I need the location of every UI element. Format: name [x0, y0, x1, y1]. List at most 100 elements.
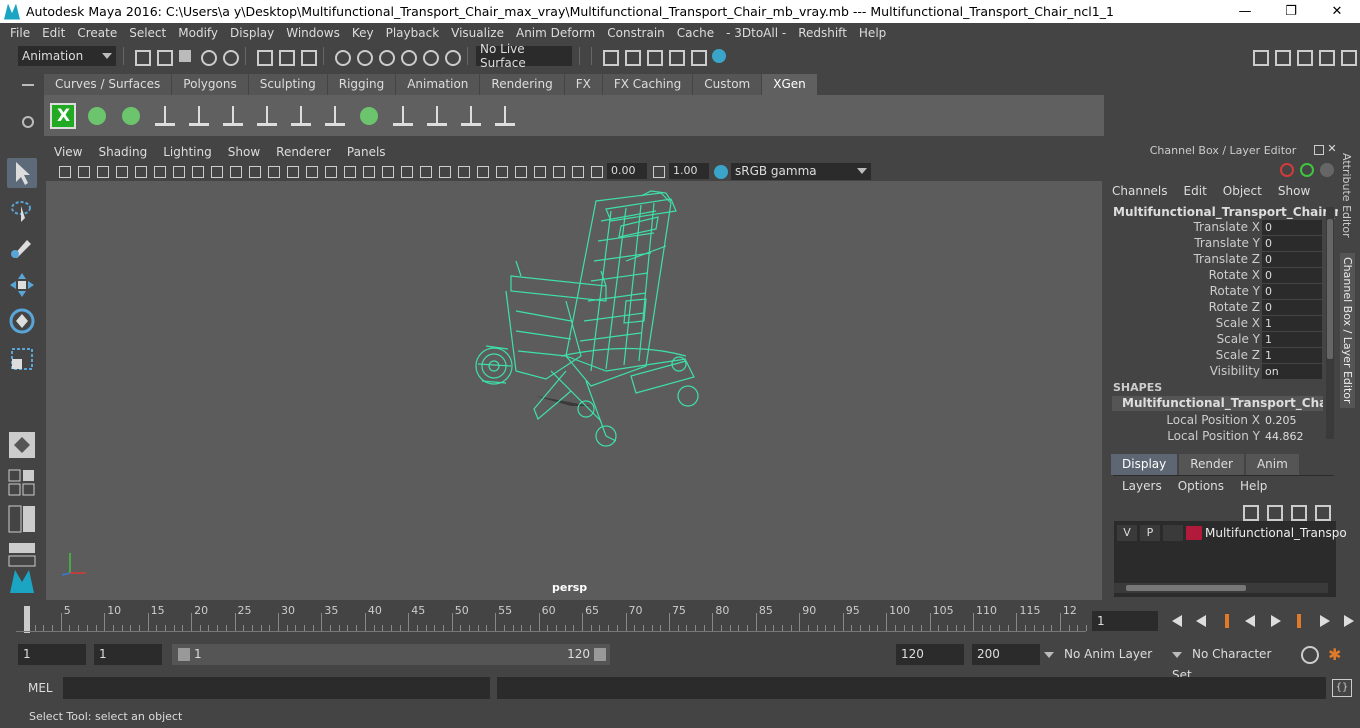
end-time-field[interactable]: 200	[972, 644, 1040, 665]
attr-value[interactable]: 1	[1262, 348, 1322, 363]
menu-cache[interactable]: Cache	[671, 26, 720, 40]
menu-file[interactable]: File	[4, 26, 36, 40]
menu-redshift[interactable]: Redshift	[792, 26, 853, 40]
render-frame-icon[interactable]	[644, 47, 663, 66]
tab-polygons[interactable]: Polygons	[172, 74, 248, 95]
four-view-layout-icon[interactable]	[7, 468, 37, 498]
tab-custom[interactable]: Custom	[693, 74, 762, 95]
edit-menu[interactable]: Edit	[1184, 184, 1207, 198]
channels-menu[interactable]: Channels	[1112, 184, 1168, 198]
anim-layer-dropdown[interactable]: No Anim Layer	[1044, 644, 1166, 665]
attr-rotate-y[interactable]: Rotate Y0	[1108, 284, 1323, 300]
move-layer-up-icon[interactable]	[1240, 502, 1259, 521]
layer-visibility-toggle[interactable]: V	[1117, 525, 1137, 541]
depth-of-field-icon[interactable]	[493, 163, 509, 179]
start-time-field[interactable]: 1	[18, 644, 86, 665]
shape-name[interactable]: Multifunctional_Transport_Chair_ncl...	[1112, 396, 1323, 411]
viewport-menu-show[interactable]: Show	[220, 145, 268, 159]
script-editor-icon[interactable]: {}	[1332, 679, 1352, 697]
menu-3dtoall[interactable]: - 3DtoAll -	[720, 26, 792, 40]
playback-end-field[interactable]: 120	[896, 644, 964, 665]
film-gate-icon[interactable]	[189, 163, 205, 179]
attr-scale-x[interactable]: Scale X1	[1108, 316, 1323, 332]
shadows-icon[interactable]	[417, 163, 433, 179]
lasso-tool-icon[interactable]	[7, 196, 37, 226]
attr-translate-x[interactable]: Translate X0	[1108, 220, 1323, 236]
tab-rigging[interactable]: Rigging	[327, 74, 396, 95]
exposure-icon[interactable]	[588, 163, 604, 179]
go-to-end-icon[interactable]	[1341, 614, 1355, 628]
new-scene-icon[interactable]	[132, 47, 151, 66]
step-forward-frame-icon[interactable]	[1317, 614, 1331, 628]
maya-home-icon[interactable]	[7, 566, 37, 596]
tab-sculpting[interactable]: Sculpting	[248, 74, 327, 95]
isolate-select-icon[interactable]	[512, 163, 528, 179]
place-guide-icon[interactable]	[186, 103, 212, 129]
viewport-menu-lighting[interactable]: Lighting	[155, 145, 220, 159]
camera-select-icon[interactable]	[56, 163, 72, 179]
xgen-groom-icon[interactable]	[118, 103, 144, 129]
hyper-icon[interactable]	[1320, 163, 1334, 177]
hypershade-icon[interactable]	[710, 47, 728, 65]
tab-anim[interactable]: Anim	[1245, 454, 1299, 475]
speed-icon[interactable]	[1300, 163, 1314, 177]
character-set-dropdown[interactable]: No Character Set	[1172, 644, 1294, 682]
scale-tool-icon[interactable]	[7, 344, 37, 374]
move-tool-icon[interactable]	[7, 270, 37, 300]
current-frame-field[interactable]: 1	[1092, 611, 1158, 631]
snap-grid-icon[interactable]	[332, 47, 351, 66]
smooth-shade-icon[interactable]	[322, 163, 338, 179]
default-material-icon[interactable]	[341, 163, 357, 179]
field-chart-icon[interactable]	[246, 163, 262, 179]
attr-value[interactable]: 0.205	[1262, 413, 1322, 428]
flatten-guide-icon[interactable]	[458, 103, 484, 129]
show-menu[interactable]: Show	[1278, 184, 1310, 198]
select-hierarchy-icon[interactable]	[254, 47, 273, 66]
tool-settings-icon[interactable]	[1316, 47, 1335, 66]
sculpt-guide-icon[interactable]	[322, 103, 348, 129]
tab-curves-surfaces[interactable]: Curves / Surfaces	[44, 74, 172, 95]
float-panel-icon[interactable]	[1314, 145, 1324, 155]
attr-value[interactable]: 0	[1262, 220, 1322, 235]
step-back-key-icon[interactable]	[1220, 614, 1234, 628]
attr-rotate-x[interactable]: Rotate X0	[1108, 268, 1323, 284]
attr-value[interactable]: 1	[1262, 332, 1322, 347]
bookmark-icon[interactable]	[94, 163, 110, 179]
snap-magnet-icon[interactable]	[442, 47, 461, 66]
wireframe-icon[interactable]	[303, 163, 319, 179]
color-management-icon[interactable]	[712, 163, 728, 179]
playback-start-field[interactable]: 1	[94, 644, 162, 665]
render-globals-icon[interactable]	[688, 47, 707, 66]
menu-select[interactable]: Select	[123, 26, 172, 40]
guide-density-icon[interactable]	[356, 103, 382, 129]
render-settings-icon[interactable]	[600, 47, 619, 66]
menu-windows[interactable]: Windows	[280, 26, 346, 40]
xray-joints-icon[interactable]	[550, 163, 566, 179]
snap-view-icon[interactable]	[398, 47, 417, 66]
color-space-dropdown[interactable]: sRGB gamma	[731, 162, 871, 180]
layer-name[interactable]: Multifunctional_Transpo	[1205, 526, 1347, 540]
camera-attributes-icon[interactable]	[75, 163, 91, 179]
viewport-menu-panels[interactable]: Panels	[339, 145, 394, 159]
select-component-icon[interactable]	[298, 47, 317, 66]
select-tool-icon[interactable]	[7, 158, 37, 188]
layer-row[interactable]: V P Multifunctional_Transpo	[1117, 524, 1347, 542]
layers-menu[interactable]: Layers	[1122, 479, 1162, 493]
xgen-editor-icon[interactable]	[50, 102, 76, 129]
tab-fx-caching[interactable]: FX Caching	[602, 74, 693, 95]
shelf-settings-icon[interactable]	[22, 116, 34, 128]
motion-blur-icon[interactable]	[455, 163, 471, 179]
auto-key-icon[interactable]	[1301, 646, 1319, 664]
paint-select-tool-icon[interactable]	[7, 232, 37, 262]
menu-edit[interactable]: Edit	[36, 26, 71, 40]
viewport-menu-renderer[interactable]: Renderer	[268, 145, 339, 159]
channel-box-toggle-icon[interactable]	[1338, 47, 1357, 66]
menu-playback[interactable]: Playback	[380, 26, 446, 40]
snap-point-icon[interactable]	[376, 47, 395, 66]
gamma-field[interactable]: 1.00	[669, 163, 709, 179]
tab-render[interactable]: Render	[1179, 454, 1244, 475]
attr-visibility[interactable]: Visibility on	[1108, 364, 1323, 380]
attr-scale-z[interactable]: Scale Z1	[1108, 348, 1323, 364]
attr-value[interactable]: 0	[1262, 268, 1322, 283]
resolution-gate-icon[interactable]	[208, 163, 224, 179]
